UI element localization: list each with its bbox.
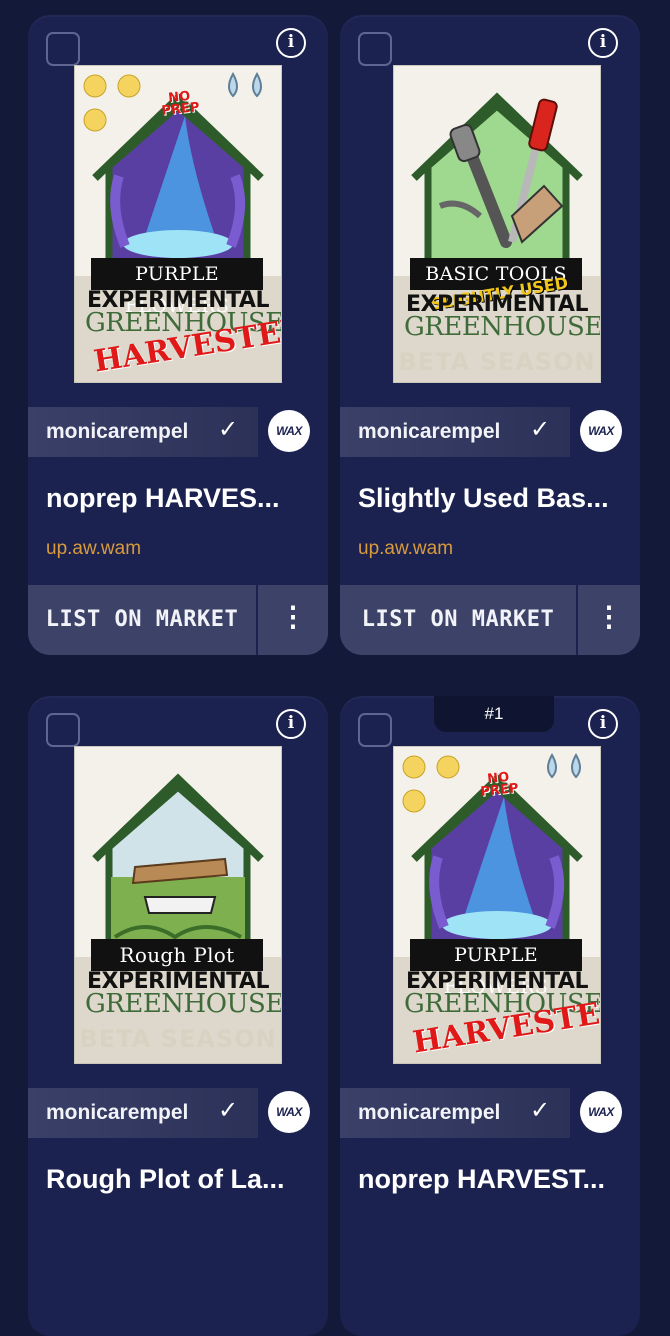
art-watermark: BETA SEASON [79,1025,277,1053]
select-checkbox[interactable] [358,32,392,66]
list-on-market-button[interactable]: LIST ON MARKET [340,585,576,655]
asset-card[interactable]: i BASIC TOOLS SLIGHTLY USED EXPERIMENTAL… [340,15,640,655]
asset-title[interactable]: Rough Plot of La... [46,1164,316,1195]
wax-logo-icon: WAX [268,1091,310,1133]
art-watermark: BETA SEASON [398,348,596,376]
asset-card[interactable]: i NO PREP PURPLE FLOWERS EXPERIMENTAL GR… [28,15,328,655]
info-icon[interactable]: i [588,709,618,739]
owner-name[interactable]: monicarempel [358,407,500,457]
art-banner: PURPLE FLOWERS [91,258,263,317]
more-options-icon[interactable]: ⋮ [258,585,328,655]
owner-name[interactable]: monicarempel [46,407,188,457]
asset-title[interactable]: noprep HARVES... [46,483,316,514]
art-banner: Rough Plot [91,939,263,971]
wax-logo-icon: WAX [580,410,622,452]
art-greenhouse: GREENHOUSE [404,312,601,342]
owner-row: monicarempel ✓ WAX [28,407,328,457]
art-banner: PURPLE FLOWERS [410,939,582,998]
nft-artwork[interactable]: NO PREP PURPLE FLOWERS EXPERIMENTAL GREE… [74,65,282,383]
wax-logo-icon: WAX [580,1091,622,1133]
owner-row: monicarempel ✓ WAX [340,407,640,457]
verified-check-icon: ✓ [218,415,239,443]
mint-number-badge: #1 [434,696,554,732]
owner-name[interactable]: monicarempel [46,1088,188,1138]
nft-artwork[interactable]: Rough Plot EXPERIMENTAL GREENHOUSE BETA … [74,746,282,1064]
noprep-tag: NO PREP [160,88,201,119]
nft-artwork[interactable]: NO PREP PURPLE FLOWERS EXPERIMENTAL GREE… [393,746,601,1064]
owner-row: monicarempel ✓ WAX [340,1088,640,1138]
wax-logo-icon: WAX [268,410,310,452]
select-checkbox[interactable] [358,713,392,747]
collection-name[interactable]: up.aw.wam [358,538,453,560]
verified-check-icon: ✓ [218,1096,239,1124]
collection-name[interactable]: up.aw.wam [46,538,141,560]
select-checkbox[interactable] [46,32,80,66]
noprep-tag: NO PREP [479,769,520,800]
select-checkbox[interactable] [46,713,80,747]
list-on-market-button[interactable]: LIST ON MARKET [28,585,256,655]
art-greenhouse: GREENHOUSE [85,989,282,1019]
owner-row: monicarempel ✓ WAX [28,1088,328,1138]
info-icon[interactable]: i [276,28,306,58]
info-icon[interactable]: i [588,28,618,58]
info-icon[interactable]: i [276,709,306,739]
asset-title[interactable]: Slightly Used Bas... [358,483,628,514]
more-options-icon[interactable]: ⋮ [578,585,640,655]
asset-card[interactable]: #1 i NO PREP PURPLE FLOWERS EXPERIMENTAL… [340,696,640,1336]
asset-card[interactable]: i Rough Plot EXPERIMENTAL GREENHOUSE BET… [28,696,328,1336]
owner-name[interactable]: monicarempel [358,1088,500,1138]
verified-check-icon: ✓ [530,415,551,443]
asset-title[interactable]: noprep HARVEST... [358,1164,628,1195]
nft-artwork[interactable]: BASIC TOOLS SLIGHTLY USED EXPERIMENTAL G… [393,65,601,383]
verified-check-icon: ✓ [530,1096,551,1124]
